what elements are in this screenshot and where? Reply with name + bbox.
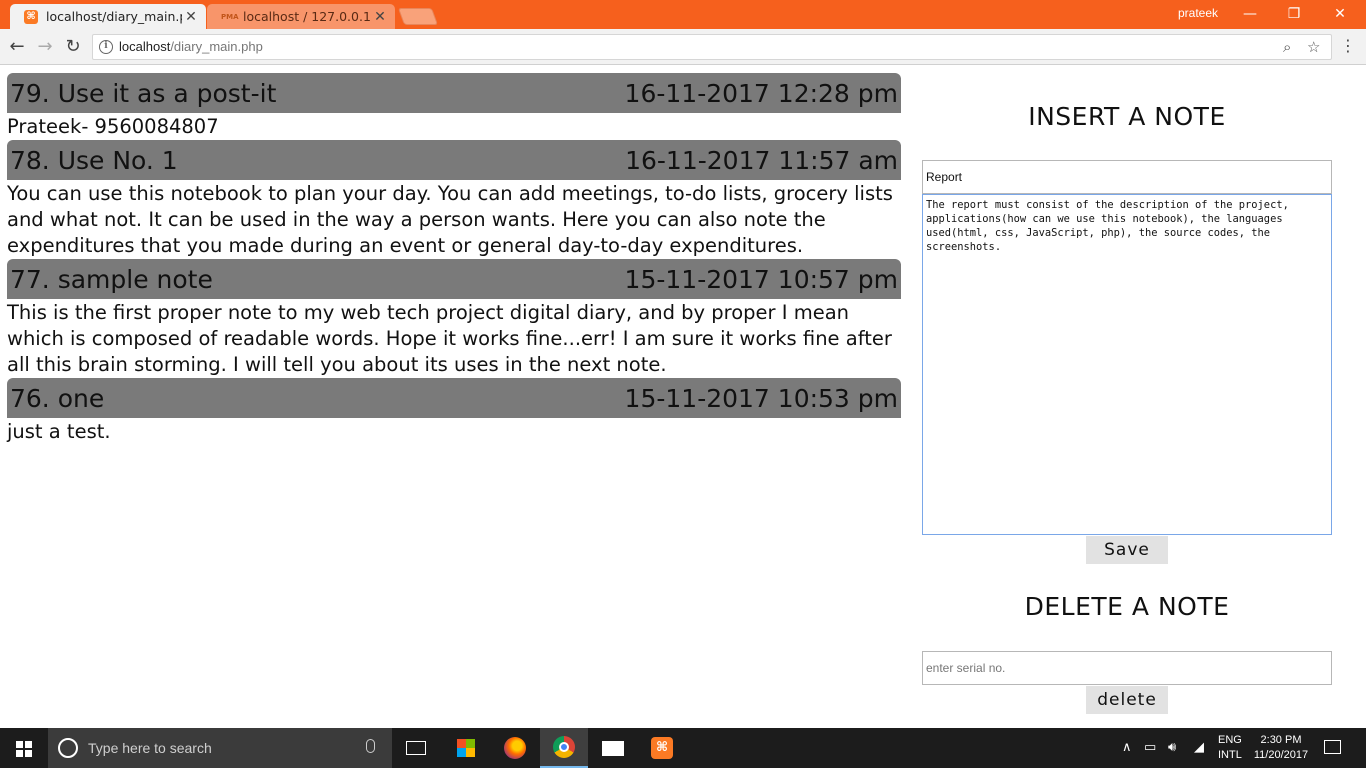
note-title: 77. sample note xyxy=(10,264,213,294)
chrome-icon xyxy=(553,736,575,758)
lang-layout: INTL xyxy=(1218,749,1242,761)
windows-logo-icon xyxy=(16,741,32,757)
browser-titlebar: ⌘ localhost/diary_main.php ✕ PMA localho… xyxy=(0,0,1366,29)
note-item: 77. sample note 15-11-2017 10:57 pm This… xyxy=(7,259,901,378)
taskbar-search[interactable]: Type here to search xyxy=(48,728,392,768)
phpmyadmin-favicon-icon: PMA xyxy=(221,12,239,21)
notification-icon[interactable] xyxy=(1324,740,1341,754)
info-icon[interactable]: i xyxy=(99,40,113,54)
insert-note-heading: INSERT A NOTE xyxy=(1028,102,1226,131)
task-view-icon xyxy=(406,741,426,755)
mail-button[interactable] xyxy=(589,728,637,768)
lang-code: ENG xyxy=(1218,734,1242,746)
tab-diary-main[interactable]: ⌘ localhost/diary_main.php ✕ xyxy=(10,4,206,29)
note-header: 79. Use it as a post-it 16-11-2017 12:28… xyxy=(7,73,901,113)
search-placeholder: Type here to search xyxy=(88,740,212,756)
notes-list: 79. Use it as a post-it 16-11-2017 12:28… xyxy=(7,73,901,445)
new-tab-button[interactable] xyxy=(397,8,439,25)
save-button[interactable]: Save xyxy=(1086,536,1168,564)
note-header: 78. Use No. 1 16-11-2017 11:57 am xyxy=(7,140,901,180)
note-title: 76. one xyxy=(10,383,105,413)
clock-time: 2:30 PM xyxy=(1260,734,1302,746)
note-title: 78. Use No. 1 xyxy=(10,145,178,175)
note-date: 15-11-2017 10:53 pm xyxy=(624,383,898,413)
note-date: 16-11-2017 12:28 pm xyxy=(624,78,898,108)
tab-close-icon[interactable]: ✕ xyxy=(371,9,389,25)
note-date: 15-11-2017 10:57 pm xyxy=(624,264,898,294)
system-clock[interactable]: 2:30 PM 11/20/2017 xyxy=(1250,733,1312,763)
microphone-icon[interactable] xyxy=(366,739,375,753)
tab-title: localhost/diary_main.php xyxy=(46,9,182,24)
start-button[interactable] xyxy=(0,728,48,768)
note-body: This is the first proper note to my web … xyxy=(7,301,892,376)
tab-phpmyadmin[interactable]: PMA localhost / 127.0.0.1 / dia ✕ xyxy=(207,4,395,29)
bookmark-star-icon[interactable]: ☆ xyxy=(1307,38,1320,56)
menu-dots-icon[interactable]: ⋮ xyxy=(1340,36,1356,55)
task-view-button[interactable] xyxy=(392,728,440,768)
url-text[interactable]: localhost/diary_main.php xyxy=(119,39,263,54)
wifi-icon[interactable]: ◢ xyxy=(1194,740,1204,755)
note-item: 76. one 15-11-2017 10:53 pm just a test. xyxy=(7,378,901,445)
chevron-up-icon[interactable]: ∧ xyxy=(1122,740,1132,755)
note-item: 79. Use it as a post-it 16-11-2017 12:28… xyxy=(7,73,901,140)
search-zoom-icon[interactable]: ⌕ xyxy=(1283,38,1291,56)
cortana-icon xyxy=(58,738,78,758)
close-window-icon[interactable]: ✕ xyxy=(1318,3,1362,25)
tab-title: localhost / 127.0.0.1 / dia xyxy=(243,9,371,24)
note-header: 76. one 15-11-2017 10:53 pm xyxy=(7,378,901,418)
back-arrow-icon[interactable]: ← xyxy=(6,36,28,58)
reload-icon[interactable]: ↻ xyxy=(62,36,84,58)
note-body-textarea[interactable] xyxy=(922,194,1332,535)
delete-button[interactable]: delete xyxy=(1086,686,1168,714)
diary-page: 79. Use it as a post-it 16-11-2017 12:28… xyxy=(0,66,1366,728)
volume-icon[interactable]: 🔊︎ xyxy=(1168,740,1176,755)
xampp-favicon-icon: ⌘ xyxy=(24,9,38,24)
note-body: Prateek- 9560084807 xyxy=(7,115,219,138)
chrome-button[interactable] xyxy=(540,728,588,768)
firefox-button[interactable] xyxy=(491,728,539,768)
tab-close-icon[interactable]: ✕ xyxy=(182,9,200,25)
note-date: 16-11-2017 11:57 am xyxy=(625,145,898,175)
note-body: You can use this notebook to plan your d… xyxy=(7,182,893,257)
note-title-input[interactable] xyxy=(922,160,1332,194)
address-bar[interactable]: i localhost/diary_main.php ⌕ ☆ xyxy=(92,34,1332,60)
note-body: just a test. xyxy=(7,420,111,443)
delete-note-heading: DELETE A NOTE xyxy=(1024,592,1230,621)
battery-icon[interactable]: ▭ xyxy=(1144,740,1156,755)
firefox-icon xyxy=(504,737,526,759)
note-title: 79. Use it as a post-it xyxy=(10,78,277,108)
store-button[interactable] xyxy=(442,728,490,768)
minimize-icon[interactable]: — xyxy=(1228,3,1272,25)
forward-arrow-icon[interactable]: → xyxy=(34,36,56,58)
note-item: 78. Use No. 1 16-11-2017 11:57 am You ca… xyxy=(7,140,901,259)
profile-name[interactable]: prateek xyxy=(1178,6,1218,20)
windows-taskbar: Type here to search ⌘ ∧ ▭ 🔊︎ ◢ ENG INTL … xyxy=(0,728,1366,768)
browser-toolbar: ← → ↻ i localhost/diary_main.php ⌕ ☆ ⋮ xyxy=(0,29,1366,65)
mail-icon xyxy=(602,740,624,756)
store-icon xyxy=(457,739,475,757)
restore-icon[interactable]: ❐ xyxy=(1272,3,1316,25)
language-indicator[interactable]: ENG INTL xyxy=(1218,733,1242,763)
xampp-icon: ⌘ xyxy=(651,737,673,759)
clock-date: 11/20/2017 xyxy=(1253,749,1309,761)
note-header: 77. sample note 15-11-2017 10:57 pm xyxy=(7,259,901,299)
xampp-button[interactable]: ⌘ xyxy=(638,728,686,768)
serial-number-input[interactable] xyxy=(922,651,1332,685)
